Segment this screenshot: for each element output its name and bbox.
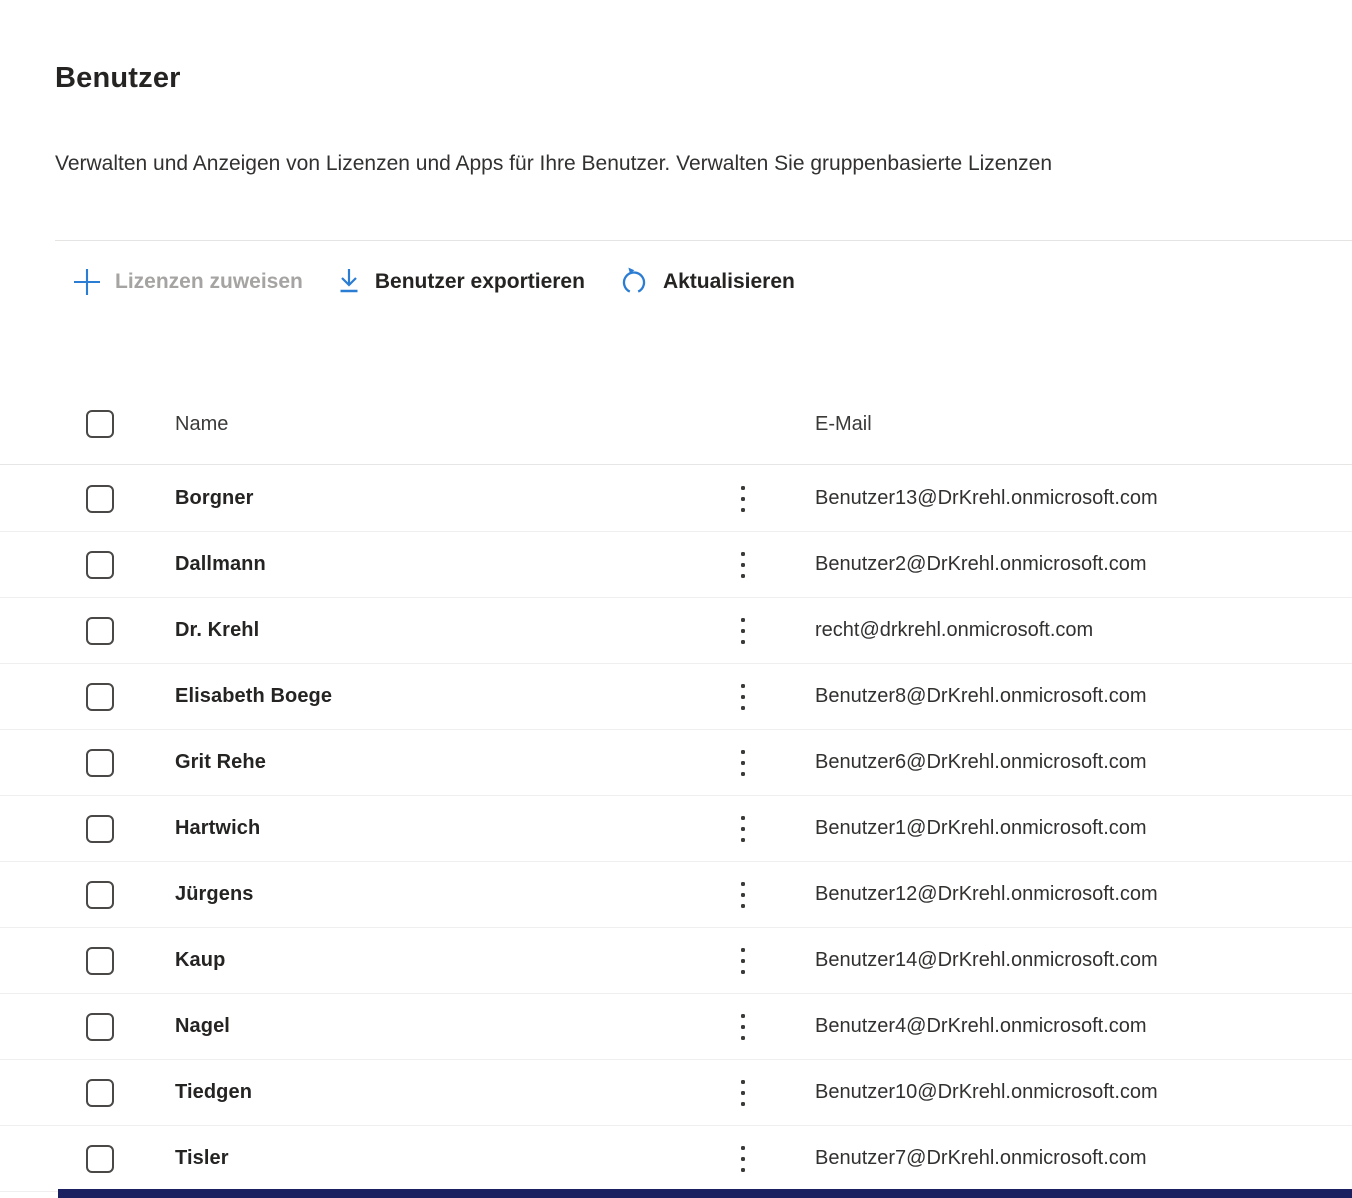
table-row[interactable]: Hartwich Benutzer1@DrKrehl.onmicrosoft.c… xyxy=(0,796,1352,862)
user-email: Benutzer2@DrKrehl.onmicrosoft.com xyxy=(815,532,1147,597)
plus-icon xyxy=(72,267,102,297)
export-users-label: Benutzer exportieren xyxy=(375,265,585,299)
table-row[interactable]: Kaup Benutzer14@DrKrehl.onmicrosoft.com xyxy=(0,928,1352,994)
bottom-bar xyxy=(58,1189,1352,1198)
user-name: Hartwich xyxy=(175,796,260,861)
user-email: Benutzer10@DrKrehl.onmicrosoft.com xyxy=(815,1060,1158,1125)
user-email: recht@drkrehl.onmicrosoft.com xyxy=(815,598,1093,663)
user-name: Tisler xyxy=(175,1126,229,1191)
page-description: Verwalten und Anzeigen von Lizenzen und … xyxy=(55,152,1352,176)
table-row[interactable]: Grit Rehe Benutzer6@DrKrehl.onmicrosoft.… xyxy=(0,730,1352,796)
row-checkbox[interactable] xyxy=(86,1145,114,1173)
table-row[interactable]: Dallmann Benutzer2@DrKrehl.onmicrosoft.c… xyxy=(0,532,1352,598)
row-checkbox[interactable] xyxy=(86,947,114,975)
user-email: Benutzer8@DrKrehl.onmicrosoft.com xyxy=(815,664,1147,729)
select-all-checkbox[interactable] xyxy=(86,410,114,438)
more-options-icon[interactable] xyxy=(733,796,753,861)
user-email: Benutzer1@DrKrehl.onmicrosoft.com xyxy=(815,796,1147,861)
download-icon xyxy=(336,267,362,297)
user-email: Benutzer6@DrKrehl.onmicrosoft.com xyxy=(815,730,1147,795)
more-options-icon[interactable] xyxy=(733,928,753,993)
row-checkbox[interactable] xyxy=(86,617,114,645)
user-name: Elisabeth Boege xyxy=(175,664,332,729)
users-page: Benutzer Verwalten und Anzeigen von Lize… xyxy=(0,0,1352,1198)
user-email: Benutzer7@DrKrehl.onmicrosoft.com xyxy=(815,1126,1147,1191)
table-body: Borgner Benutzer13@DrKrehl.onmicrosoft.c… xyxy=(0,466,1352,1192)
row-checkbox[interactable] xyxy=(86,749,114,777)
user-name: Dallmann xyxy=(175,532,266,597)
command-bar: Lizenzen zuweisen Benutzer exportieren A… xyxy=(55,240,1352,299)
refresh-label: Aktualisieren xyxy=(663,265,795,299)
more-options-icon[interactable] xyxy=(733,664,753,729)
user-name: Nagel xyxy=(175,994,230,1059)
user-email: Benutzer12@DrKrehl.onmicrosoft.com xyxy=(815,862,1158,927)
row-checkbox[interactable] xyxy=(86,485,114,513)
user-email: Benutzer4@DrKrehl.onmicrosoft.com xyxy=(815,994,1147,1059)
row-checkbox[interactable] xyxy=(86,683,114,711)
table-row[interactable]: Borgner Benutzer13@DrKrehl.onmicrosoft.c… xyxy=(0,466,1352,532)
user-name: Dr. Krehl xyxy=(175,598,259,663)
column-header-name[interactable]: Name xyxy=(175,413,228,436)
table-row[interactable]: Tiedgen Benutzer10@DrKrehl.onmicrosoft.c… xyxy=(0,1060,1352,1126)
assign-licenses-button[interactable]: Lizenzen zuweisen xyxy=(72,265,303,299)
user-name: Grit Rehe xyxy=(175,730,266,795)
column-header-email[interactable]: E-Mail xyxy=(815,413,872,436)
user-email: Benutzer13@DrKrehl.onmicrosoft.com xyxy=(815,466,1158,531)
table-row[interactable]: Dr. Krehl recht@drkrehl.onmicrosoft.com xyxy=(0,598,1352,664)
user-name: Tiedgen xyxy=(175,1060,252,1125)
user-name: Borgner xyxy=(175,466,253,531)
more-options-icon[interactable] xyxy=(733,862,753,927)
more-options-icon[interactable] xyxy=(733,730,753,795)
user-email: Benutzer14@DrKrehl.onmicrosoft.com xyxy=(815,928,1158,993)
more-options-icon[interactable] xyxy=(733,532,753,597)
export-users-button[interactable]: Benutzer exportieren xyxy=(336,265,585,299)
table-row[interactable]: Elisabeth Boege Benutzer8@DrKrehl.onmicr… xyxy=(0,664,1352,730)
more-options-icon[interactable] xyxy=(733,598,753,663)
page-title: Benutzer xyxy=(55,62,181,95)
row-checkbox[interactable] xyxy=(86,881,114,909)
assign-licenses-label: Lizenzen zuweisen xyxy=(115,265,303,299)
more-options-icon[interactable] xyxy=(733,466,753,531)
row-checkbox[interactable] xyxy=(86,815,114,843)
more-options-icon[interactable] xyxy=(733,1126,753,1191)
row-checkbox[interactable] xyxy=(86,1013,114,1041)
refresh-button[interactable]: Aktualisieren xyxy=(618,265,795,299)
user-name: Jürgens xyxy=(175,862,254,927)
more-options-icon[interactable] xyxy=(733,994,753,1059)
row-checkbox[interactable] xyxy=(86,1079,114,1107)
table-row[interactable]: Tisler Benutzer7@DrKrehl.onmicrosoft.com xyxy=(0,1126,1352,1192)
row-checkbox[interactable] xyxy=(86,551,114,579)
table-row[interactable]: Nagel Benutzer4@DrKrehl.onmicrosoft.com xyxy=(0,994,1352,1060)
user-name: Kaup xyxy=(175,928,225,993)
more-options-icon[interactable] xyxy=(733,1060,753,1125)
table-header: Name E-Mail xyxy=(0,396,1352,465)
refresh-icon xyxy=(618,266,650,298)
table-row[interactable]: Jürgens Benutzer12@DrKrehl.onmicrosoft.c… xyxy=(0,862,1352,928)
